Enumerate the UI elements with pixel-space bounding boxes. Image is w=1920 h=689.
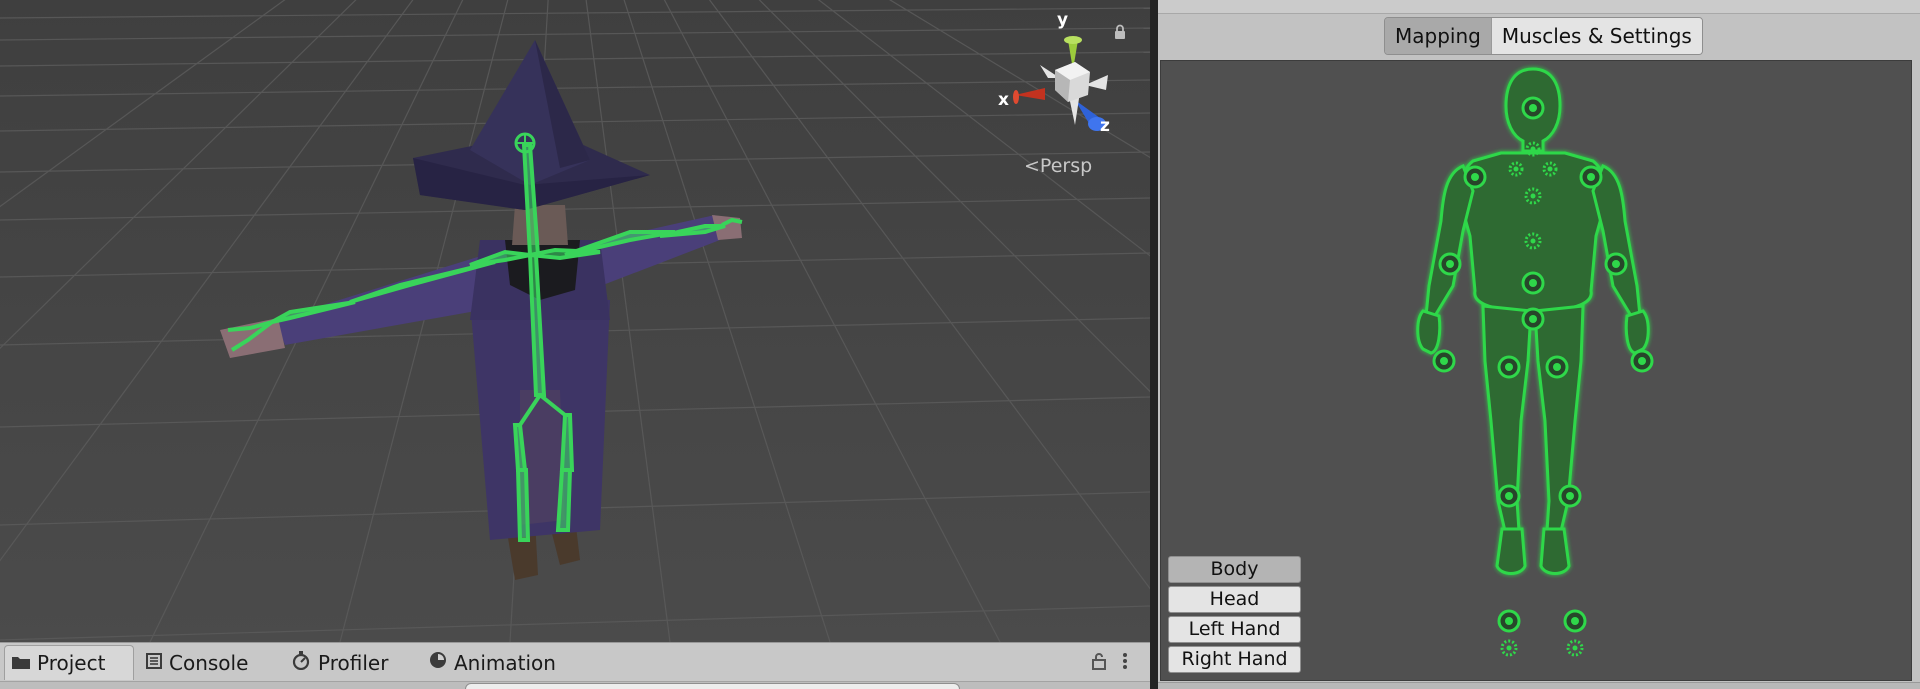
console-glyph <box>146 652 162 669</box>
bottom-panel-tabs: Project Console Profiler Animation <box>0 642 1150 689</box>
tab-profiler[interactable]: Profiler <box>290 645 388 680</box>
avatar-inspector: Mapping Muscles & Settings Body Head Lef… <box>1158 0 1920 689</box>
joint-left-toe[interactable] <box>1500 639 1518 657</box>
kebab-glyph <box>1123 653 1127 669</box>
filter-label-icon[interactable] <box>1018 683 1046 689</box>
animation-icon <box>428 650 448 675</box>
gizmo-z-label: z <box>1100 116 1110 136</box>
lock-icon[interactable] <box>1112 24 1128 44</box>
joint-right-ankle[interactable] <box>1563 609 1587 633</box>
folder-icon <box>11 651 31 675</box>
joint-right-knee[interactable] <box>1558 484 1582 508</box>
project-search-input[interactable] <box>465 683 960 689</box>
body-button[interactable]: Body <box>1168 556 1301 583</box>
scene-view[interactable]: y x z <Persp <box>0 0 1150 642</box>
favorite-icon[interactable] <box>1058 683 1086 689</box>
joint-right-upperleg[interactable] <box>1545 355 1569 379</box>
profiler-glyph <box>292 651 310 671</box>
panel-lock-icon[interactable] <box>1090 651 1110 671</box>
unity-editor-window: y x z <Persp Mapping Muscles & Settings <box>0 0 1920 689</box>
visibility-icon[interactable] <box>1098 683 1126 689</box>
filter-type-icon[interactable] <box>973 683 1001 689</box>
joint-hips[interactable] <box>1521 307 1545 331</box>
joint-left-wrist[interactable] <box>1432 349 1456 373</box>
gizmo-y-label: y <box>1057 10 1069 30</box>
joint-head[interactable] <box>1521 96 1545 120</box>
avatar-body-view: Body Head Left Hand Right Hand <box>1160 60 1912 681</box>
persp-arrow-icon: < <box>1024 155 1040 177</box>
joint-right-upperarm[interactable] <box>1579 165 1603 189</box>
left-hand-button[interactable]: Left Hand <box>1168 616 1301 643</box>
joint-right-toe[interactable] <box>1566 639 1584 657</box>
lock-glyph <box>1115 24 1125 39</box>
inspector-header <box>1158 0 1920 14</box>
head-button[interactable]: Head <box>1168 586 1301 613</box>
console-icon <box>145 651 163 675</box>
joint-spine[interactable] <box>1521 271 1545 295</box>
persp-toggle[interactable]: <Persp <box>1024 155 1092 177</box>
tab-console[interactable]: Console <box>145 645 248 680</box>
right-hand-button[interactable]: Right Hand <box>1168 646 1301 673</box>
joint-left-upperleg[interactable] <box>1497 355 1521 379</box>
scene-canvas[interactable] <box>0 0 1150 642</box>
tab-project-label: Project <box>37 651 106 675</box>
gizmo-x-label: x <box>998 90 1009 110</box>
joint-left-elbow[interactable] <box>1438 252 1462 276</box>
joint-left-upperarm[interactable] <box>1463 165 1487 189</box>
inspector-footer <box>1158 682 1920 689</box>
tab-muscles-settings[interactable]: Muscles & Settings <box>1491 18 1702 54</box>
tab-animation-label: Animation <box>454 650 556 675</box>
panel-lock-glyph <box>1092 653 1106 670</box>
tab-animation[interactable]: Animation <box>428 645 556 680</box>
panel-divider[interactable] <box>1150 0 1158 689</box>
tab-mapping[interactable]: Mapping <box>1385 18 1492 54</box>
kebab-menu-icon[interactable] <box>1122 651 1132 673</box>
tab-console-label: Console <box>169 650 249 675</box>
tab-profiler-label: Profiler <box>318 650 389 675</box>
tab-project[interactable]: Project <box>4 645 134 680</box>
joint-left-knee[interactable] <box>1497 484 1521 508</box>
persp-label: Persp <box>1039 155 1093 177</box>
joint-right-wrist[interactable] <box>1630 349 1654 373</box>
folder-glyph <box>12 657 30 669</box>
joint-left-ankle[interactable] <box>1497 609 1521 633</box>
profiler-icon <box>290 650 312 675</box>
body-part-selector: Body Head Left Hand Right Hand <box>1168 556 1301 676</box>
joint-right-elbow[interactable] <box>1604 252 1628 276</box>
avatar-tabs: Mapping Muscles & Settings <box>1384 17 1703 55</box>
animation-glyph <box>430 652 446 668</box>
